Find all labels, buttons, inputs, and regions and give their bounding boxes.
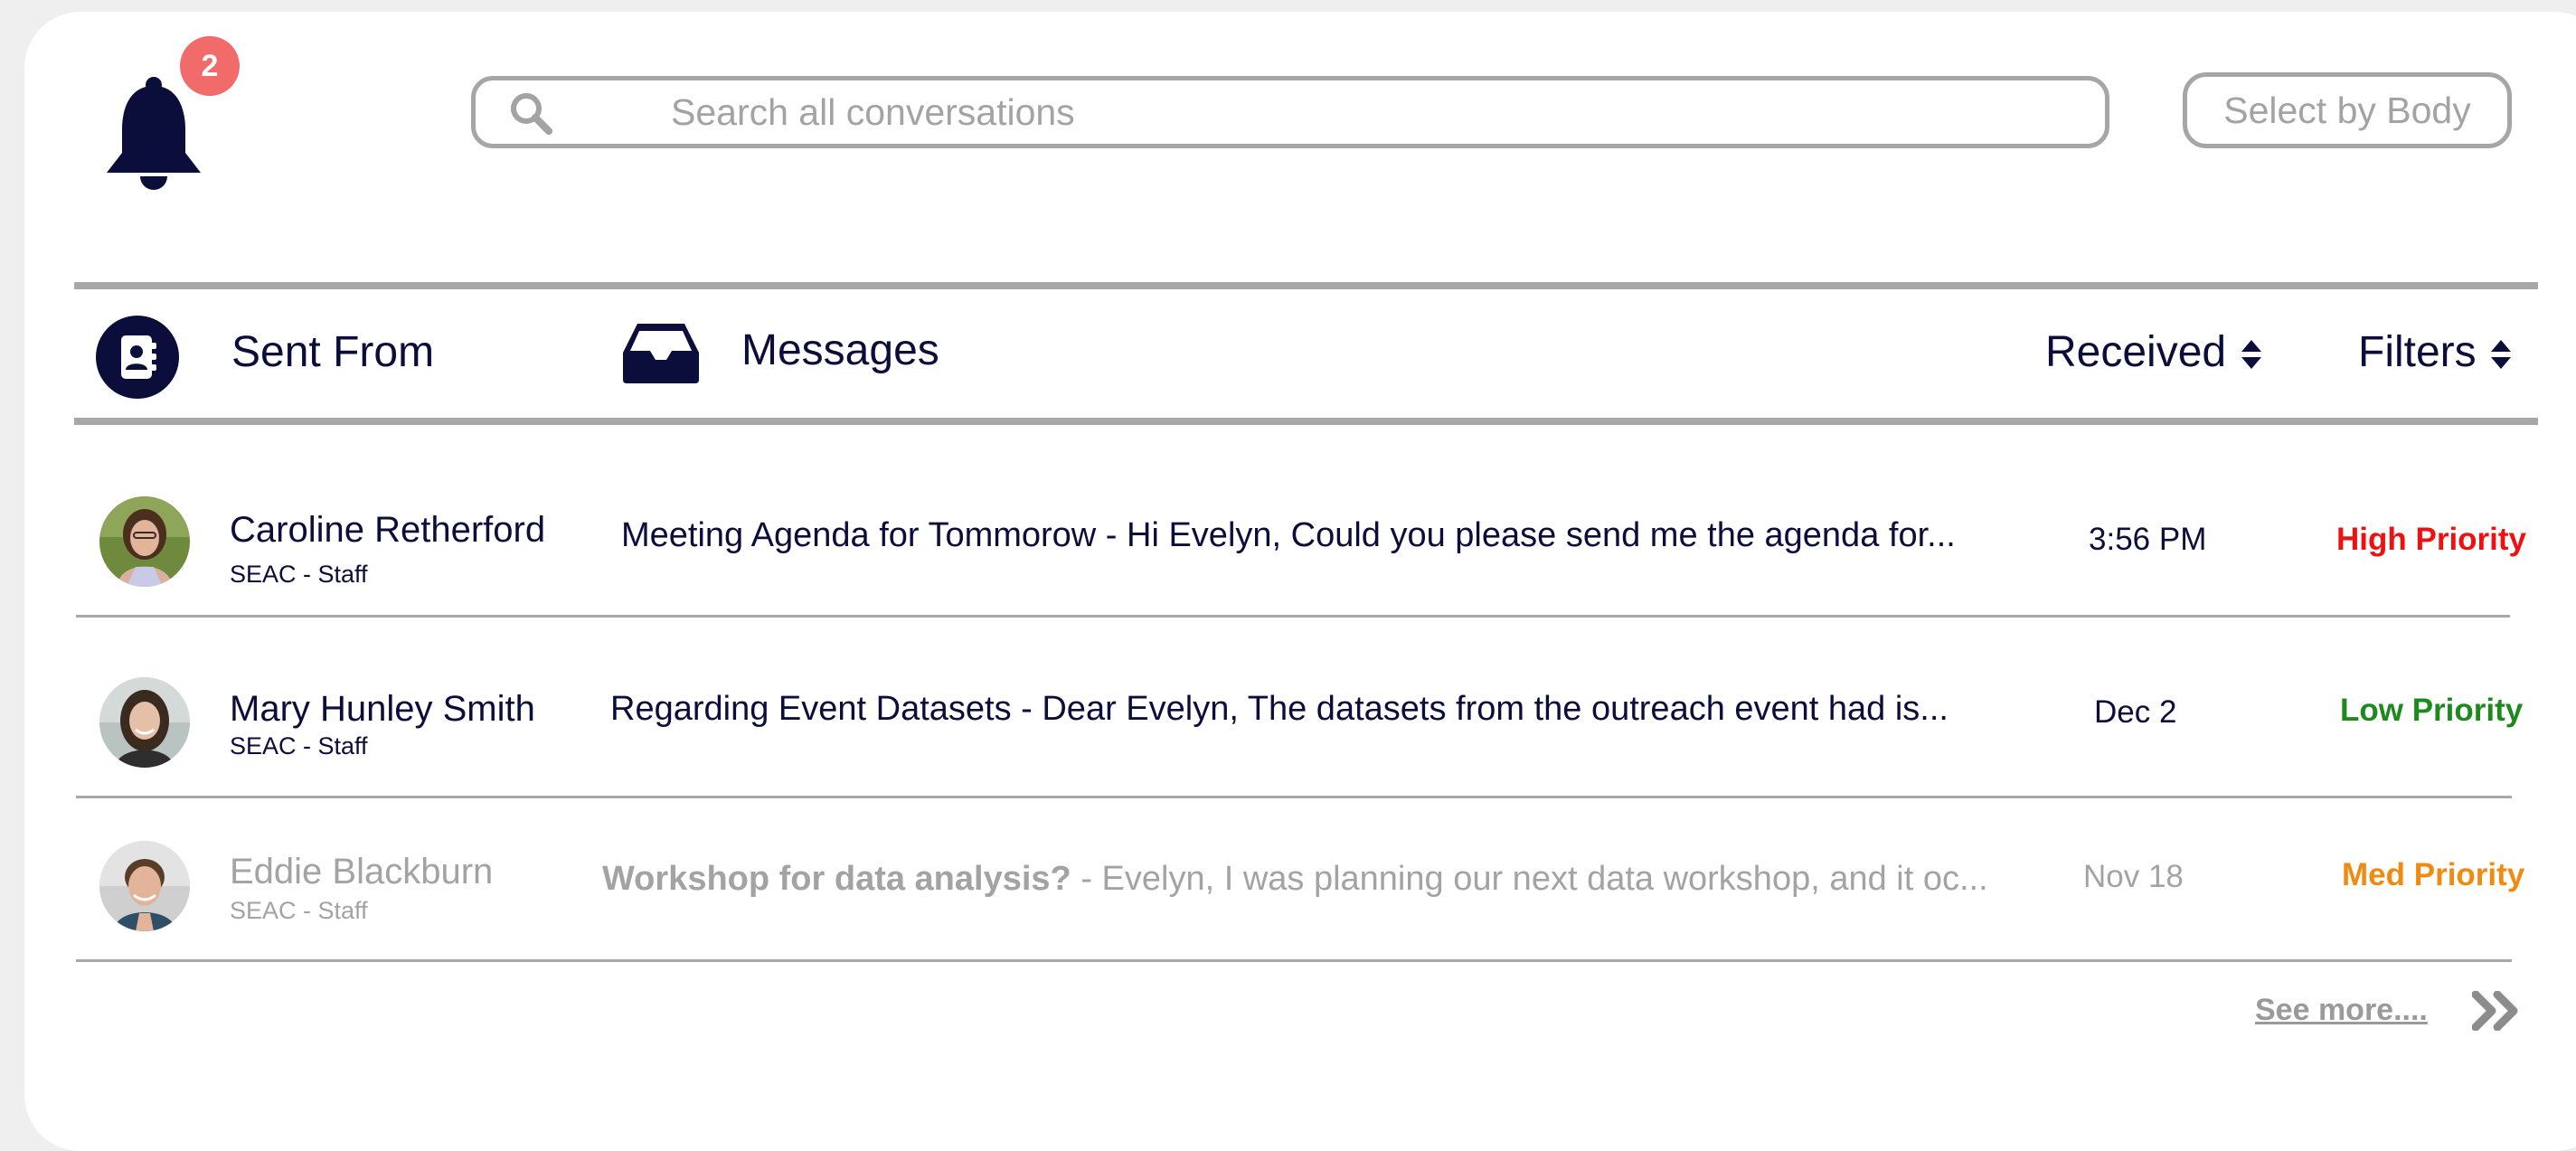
avatar	[99, 677, 190, 768]
avatar	[99, 496, 190, 587]
priority-label: High Priority	[2336, 522, 2527, 557]
filters-header[interactable]: Filters	[2358, 327, 2477, 377]
received-time: 3:56 PM	[2089, 522, 2207, 557]
message-subject: Meeting Agenda for Tommorow	[621, 516, 1097, 554]
priority-label: Low Priority	[2340, 693, 2524, 728]
received-time: Nov 18	[2083, 859, 2184, 894]
message-preview: - Evelyn, I was planning our next data w…	[1071, 860, 1988, 898]
inbox-tray-icon	[623, 324, 699, 383]
message-subject: Workshop for data analysis?	[602, 860, 1071, 898]
messages-header: Messages	[741, 326, 939, 374]
sender-name: Eddie Blackburn	[230, 852, 494, 892]
row-divider	[76, 615, 2510, 618]
sent-from-header: Sent From	[231, 328, 435, 376]
sender-org: SEAC - Staff	[230, 561, 368, 588]
select-by-body-button[interactable]: Select by Body	[2183, 72, 2512, 148]
avatar	[99, 841, 190, 931]
bell-icon[interactable]	[104, 77, 203, 193]
notification-badge: 2	[180, 36, 240, 96]
sender-org: SEAC - Staff	[230, 897, 368, 924]
row-divider	[76, 796, 2512, 798]
contact-book-icon	[96, 316, 179, 399]
header-bottom-rule	[74, 418, 2538, 425]
search-icon	[511, 93, 552, 135]
message-preview: - Hi Evelyn, Could you please send me th…	[1096, 516, 1956, 554]
message-preview: - Dear Evelyn, The datasets from the out…	[1011, 690, 1949, 728]
message-subject: Regarding Event Datasets	[610, 690, 1012, 728]
sender-org: SEAC - Staff	[230, 732, 368, 759]
message-text[interactable]: Workshop for data analysis? - Evelyn, I …	[602, 860, 1988, 899]
sender-name: Caroline Retherford	[230, 510, 546, 550]
sort-icon[interactable]	[2241, 338, 2262, 371]
sort-icon[interactable]	[2490, 338, 2512, 371]
see-more-link[interactable]: See more....	[2255, 993, 2428, 1028]
sender-name: Mary Hunley Smith	[230, 689, 535, 729]
message-text[interactable]: Meeting Agenda for Tommorow - Hi Evelyn,…	[621, 516, 1956, 555]
double-chevron-right-icon[interactable]	[2472, 991, 2523, 1031]
search-input[interactable]	[671, 85, 2081, 139]
received-sort-header[interactable]: Received	[2045, 327, 2226, 377]
received-time: Dec 2	[2094, 694, 2177, 730]
inbox-card	[24, 12, 2576, 1151]
message-text[interactable]: Regarding Event Datasets - Dear Evelyn, …	[610, 690, 1949, 729]
row-divider	[76, 959, 2512, 962]
header-top-rule	[74, 282, 2538, 289]
priority-label: Med Priority	[2342, 857, 2525, 892]
